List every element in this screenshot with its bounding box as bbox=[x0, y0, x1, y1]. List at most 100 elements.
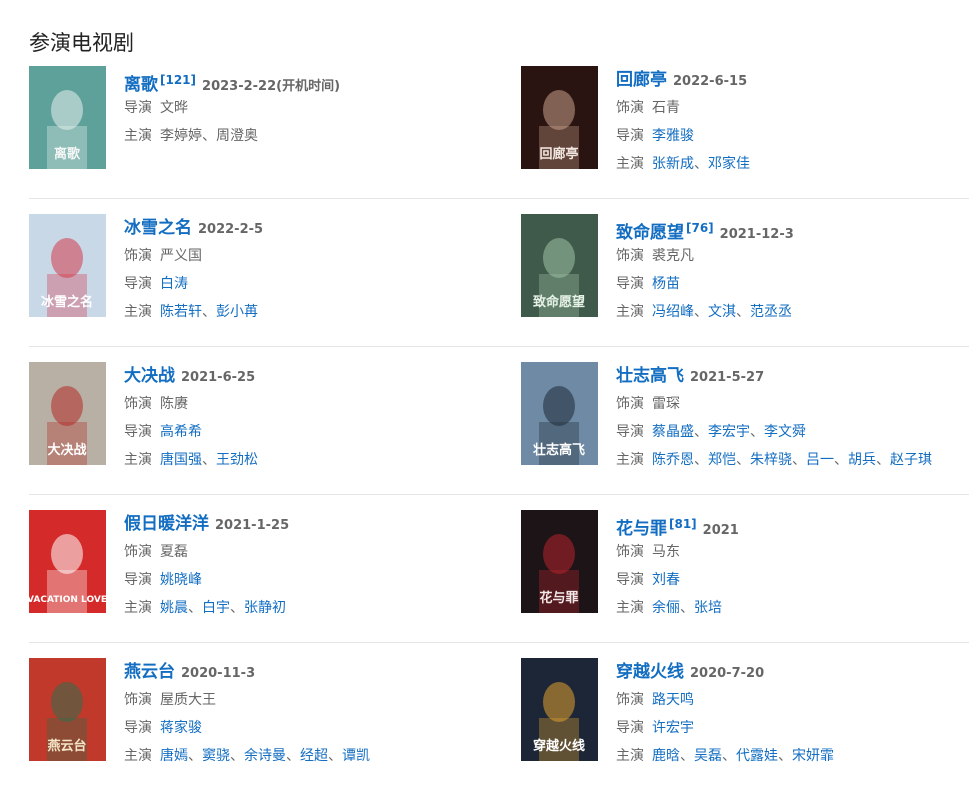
series-title-link[interactable]: 穿越火线 bbox=[616, 662, 684, 682]
poster-image[interactable]: 离歌 bbox=[29, 66, 106, 169]
meta-label: 饰演 bbox=[124, 396, 152, 412]
person-link[interactable]: 白涛 bbox=[160, 276, 188, 292]
poster-image[interactable]: 回廊亭 bbox=[521, 66, 598, 169]
person-link[interactable]: 余诗曼 bbox=[244, 748, 286, 764]
person-link[interactable]: 冯绍峰 bbox=[652, 304, 694, 320]
series-title-link[interactable]: 花与罪 bbox=[616, 519, 667, 539]
name-separator: 、 bbox=[750, 424, 764, 440]
tv-series-item: VACATION LOVE 假日暖洋洋 2021-1-25 饰演 夏磊 导演 姚晓峰 主演 姚晨… bbox=[29, 510, 489, 630]
series-title-link[interactable]: 离歌 bbox=[124, 75, 158, 95]
person-link[interactable]: 陈若轩 bbox=[160, 304, 202, 320]
meta-row: 导演 蔡晶盛、李宏宇、李文舜 bbox=[616, 418, 969, 446]
meta-row: 主演 唐嫣、窦骁、余诗曼、经超、谭凯 bbox=[124, 742, 484, 770]
person-link[interactable]: 李雅骏 bbox=[652, 128, 694, 144]
person-link[interactable]: 文淇 bbox=[708, 304, 736, 320]
series-title-link[interactable]: 大决战 bbox=[124, 366, 175, 386]
meta-label: 导演 bbox=[124, 276, 152, 292]
person-name: 李婷婷 bbox=[160, 128, 202, 144]
person-link[interactable]: 蔡晶盛 bbox=[652, 424, 694, 440]
person-link[interactable]: 代露娃 bbox=[736, 748, 778, 764]
person-link[interactable]: 唐嫣 bbox=[160, 748, 188, 764]
person-link[interactable]: 姚晓峰 bbox=[160, 572, 202, 588]
poster-image[interactable]: 燕云台 bbox=[29, 658, 106, 761]
meta-label: 导演 bbox=[124, 424, 152, 440]
person-link[interactable]: 许宏宇 bbox=[652, 720, 694, 736]
series-info: 燕云台 2020-11-3 饰演 屋质大王 导演 蒋家骏 主演 唐嫣、窦骁、余诗曼、经超、谭凯 bbox=[124, 658, 484, 770]
person-link[interactable]: 谭凯 bbox=[342, 748, 370, 764]
title-line: 冰雪之名 2022-2-5 bbox=[124, 214, 484, 242]
poster-title-text: 致命愿望 bbox=[533, 294, 585, 310]
series-info: 离歌 [121] 2023-2-22(开机时间) 导演 文晔 主演 李婷婷、周澄奥 bbox=[124, 66, 484, 150]
poster-image[interactable]: 大决战 bbox=[29, 362, 106, 465]
person-link[interactable]: 邓家佳 bbox=[708, 156, 750, 172]
person-link[interactable]: 张新成 bbox=[652, 156, 694, 172]
meta-label: 导演 bbox=[616, 572, 644, 588]
reference-link[interactable]: [81] bbox=[669, 517, 697, 531]
person-link[interactable]: 杨苗 bbox=[652, 276, 680, 292]
release-date: 2021-5-27 bbox=[690, 370, 765, 385]
person-link[interactable]: 张培 bbox=[694, 600, 722, 616]
meta-label: 饰演 bbox=[616, 544, 644, 560]
poster-title-text: 穿越火线 bbox=[533, 738, 585, 754]
series-title-link[interactable]: 冰雪之名 bbox=[124, 218, 192, 238]
name-separator: 、 bbox=[736, 452, 750, 468]
meta-row: 饰演 屋质大王 bbox=[124, 686, 484, 714]
poster-image[interactable]: 冰雪之名 bbox=[29, 214, 106, 317]
poster-image[interactable]: 花与罪 bbox=[521, 510, 598, 613]
tv-series-grid: 离歌 离歌 [121] 2023-2-22(开机时间) 导演 文晔 主演 李婷婷、周澄奥 回廊亭… bbox=[29, 51, 969, 790]
person-link[interactable]: 赵子琪 bbox=[890, 452, 932, 468]
series-title-link[interactable]: 致命愿望 bbox=[616, 223, 684, 243]
person-link[interactable]: 陈乔恩 bbox=[652, 452, 694, 468]
poster-title-text: VACATION LOVE bbox=[29, 595, 106, 605]
person-link[interactable]: 姚晨 bbox=[160, 600, 188, 616]
tv-series-item: 回廊亭 回廊亭 2022-6-15 饰演 石青 导演 李雅骏 主演 张新成、邓家佳 bbox=[521, 66, 969, 186]
series-title-link[interactable]: 回廊亭 bbox=[616, 70, 667, 90]
person-link[interactable]: 吕一 bbox=[806, 452, 834, 468]
poster-image[interactable]: VACATION LOVE bbox=[29, 510, 106, 613]
release-date: 2021 bbox=[702, 523, 739, 538]
person-link[interactable]: 宋妍霏 bbox=[792, 748, 834, 764]
meta-label: 主演 bbox=[124, 304, 152, 320]
person-link[interactable]: 唐国强 bbox=[160, 452, 202, 468]
person-link[interactable]: 王劲松 bbox=[216, 452, 258, 468]
name-separator: 、 bbox=[230, 748, 244, 764]
meta-row: 饰演 路天鸣 bbox=[616, 686, 969, 714]
person-link[interactable]: 朱梓骁 bbox=[750, 452, 792, 468]
series-info: 冰雪之名 2022-2-5 饰演 严义国 导演 白涛 主演 陈若轩、彭小苒 bbox=[124, 214, 484, 326]
person-link[interactable]: 郑恺 bbox=[708, 452, 736, 468]
meta-row: 导演 白涛 bbox=[124, 270, 484, 298]
person-name: 裘克凡 bbox=[652, 248, 694, 264]
person-link[interactable]: 彭小苒 bbox=[216, 304, 258, 320]
person-link[interactable]: 鹿晗 bbox=[652, 748, 680, 764]
tv-series-item: 穿越火线 穿越火线 2020-7-20 饰演 路天鸣 导演 许宏宇 主演 鹿晗、吴磊、代露娃、宋… bbox=[521, 658, 969, 778]
meta-label: 导演 bbox=[124, 100, 152, 116]
person-link[interactable]: 李宏宇 bbox=[708, 424, 750, 440]
person-link[interactable]: 经超 bbox=[300, 748, 328, 764]
person-name: 文晔 bbox=[160, 100, 188, 116]
meta-label: 主演 bbox=[124, 128, 152, 144]
person-link[interactable]: 白宇 bbox=[202, 600, 230, 616]
meta-row: 饰演 严义国 bbox=[124, 242, 484, 270]
person-link[interactable]: 胡兵 bbox=[848, 452, 876, 468]
person-link[interactable]: 李文舜 bbox=[764, 424, 806, 440]
series-title-link[interactable]: 燕云台 bbox=[124, 662, 175, 682]
poster-image[interactable]: 穿越火线 bbox=[521, 658, 598, 761]
person-link[interactable]: 刘春 bbox=[652, 572, 680, 588]
person-link[interactable]: 窦骁 bbox=[202, 748, 230, 764]
series-title-link[interactable]: 壮志高飞 bbox=[616, 366, 684, 386]
poster-image[interactable]: 壮志高飞 bbox=[521, 362, 598, 465]
series-title-link[interactable]: 假日暖洋洋 bbox=[124, 514, 209, 534]
meta-label: 主演 bbox=[124, 452, 152, 468]
poster-image[interactable]: 致命愿望 bbox=[521, 214, 598, 317]
title-line: 假日暖洋洋 2021-1-25 bbox=[124, 510, 484, 538]
reference-link[interactable]: [76] bbox=[686, 221, 714, 235]
tv-series-item: 大决战 大决战 2021-6-25 饰演 陈赓 导演 高希希 主演 唐国强、王劲松 bbox=[29, 362, 489, 482]
person-link[interactable]: 路天鸣 bbox=[652, 692, 694, 708]
person-link[interactable]: 余俪 bbox=[652, 600, 680, 616]
person-link[interactable]: 蒋家骏 bbox=[160, 720, 202, 736]
person-link[interactable]: 高希希 bbox=[160, 424, 202, 440]
person-link[interactable]: 张静初 bbox=[244, 600, 286, 616]
person-link[interactable]: 吴磊 bbox=[694, 748, 722, 764]
reference-link[interactable]: [121] bbox=[160, 73, 196, 87]
person-link[interactable]: 范丞丞 bbox=[750, 304, 792, 320]
